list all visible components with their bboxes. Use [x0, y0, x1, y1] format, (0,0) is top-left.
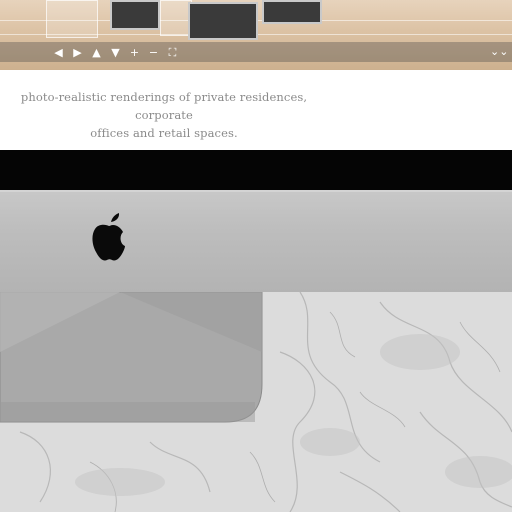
monitor-chin	[0, 190, 512, 292]
display-case	[262, 0, 322, 24]
screen-text-area: photo-realistic renderings of private re…	[0, 70, 512, 150]
display-case	[110, 0, 160, 30]
apple-logo-icon	[92, 213, 125, 261]
viewer-toolbar: ◀ ▶ ▲ ▼ + − ⛶ ⌄⌄	[0, 42, 512, 62]
expand-chevron-icon[interactable]: ⌄⌄	[490, 45, 508, 59]
panorama-viewer[interactable]: ◀ ▶ ▲ ▼ + − ⛶ ⌄⌄	[0, 0, 512, 70]
pan-down-button[interactable]: ▼	[109, 46, 122, 59]
description-line-2: offices and retail spaces.	[90, 126, 238, 140]
fullscreen-button[interactable]: ⛶	[166, 46, 179, 59]
pan-left-button[interactable]: ◀	[52, 46, 65, 59]
zoom-in-button[interactable]: +	[128, 46, 141, 59]
description-line-1: photo-realistic renderings of private re…	[20, 90, 308, 122]
display-case	[188, 2, 258, 40]
monitor-chin-edge	[0, 190, 512, 192]
monitor-bezel	[0, 150, 512, 190]
viewer-nav-group: ◀ ▶ ▲ ▼ + − ⛶	[52, 46, 179, 59]
pan-up-button[interactable]: ▲	[90, 46, 103, 59]
zoom-out-button[interactable]: −	[147, 46, 160, 59]
description-text: photo-realistic renderings of private re…	[0, 88, 334, 142]
pan-right-button[interactable]: ▶	[71, 46, 84, 59]
monitor-stand	[0, 292, 263, 423]
display-case-glass	[46, 0, 98, 38]
